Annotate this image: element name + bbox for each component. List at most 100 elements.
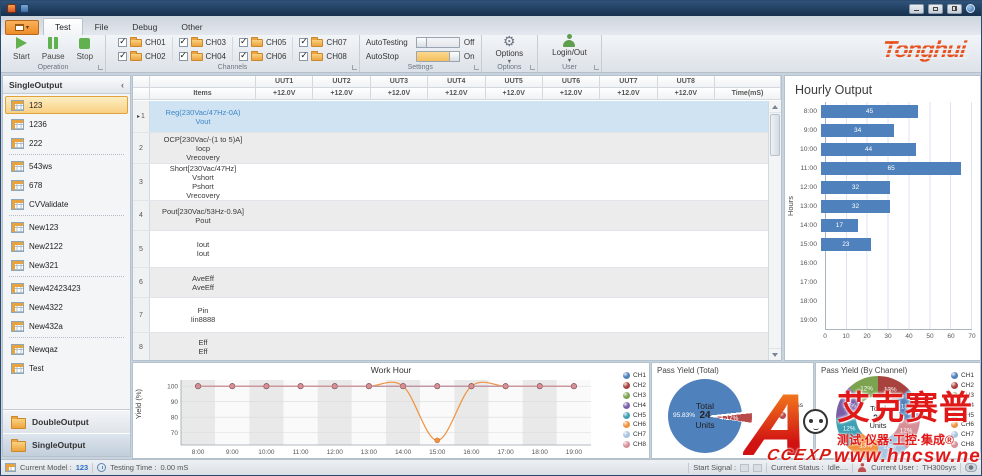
options-button[interactable]: Options ▼ bbox=[488, 34, 532, 65]
table-row-3[interactable]: 3Short[230Vac/47Hz]VshortPshortVrecovery bbox=[133, 164, 768, 201]
dialog-launcher-icon[interactable] bbox=[594, 65, 599, 70]
scroll-down-button[interactable] bbox=[769, 348, 781, 360]
sidebar-item-new2122[interactable]: New2122 bbox=[5, 237, 128, 255]
sidebar-item-123[interactable]: 123 bbox=[5, 96, 128, 114]
voltage-subheader: +12.0V bbox=[543, 88, 600, 100]
quick-access-icon[interactable] bbox=[20, 4, 29, 13]
checkbox-icon bbox=[179, 38, 188, 47]
svg-text:90: 90 bbox=[171, 399, 179, 406]
channel-checkbox-ch04[interactable]: CH04 bbox=[179, 51, 226, 61]
restore-button[interactable] bbox=[928, 4, 943, 14]
auto-stop-state: On bbox=[464, 52, 475, 61]
legend-item-ch7: CH7 bbox=[623, 430, 646, 440]
svg-text:14:00: 14:00 bbox=[395, 449, 412, 456]
hour-tick-label: 11:00 bbox=[791, 165, 821, 172]
group-label: Options bbox=[482, 62, 538, 72]
sidebar-item-test[interactable]: Test bbox=[5, 359, 128, 377]
auto-stop-toggle[interactable] bbox=[416, 51, 460, 62]
tab-file[interactable]: File bbox=[83, 18, 121, 35]
help-icon[interactable] bbox=[966, 4, 975, 13]
vertical-scrollbar[interactable] bbox=[768, 101, 781, 360]
legend-item-ch8: CH8 bbox=[623, 440, 646, 450]
table-row-1[interactable]: ▸1Reg(230Vac/47Hz-0A)Vout bbox=[133, 101, 768, 133]
sidebar-header[interactable]: SingleOutput ‹ bbox=[3, 76, 130, 94]
sidebar-section-singleoutput[interactable]: SingleOutput bbox=[3, 433, 130, 456]
sidebar-item-222[interactable]: 222 bbox=[5, 134, 128, 152]
dialog-launcher-icon[interactable] bbox=[98, 65, 103, 70]
pause-button[interactable]: Pause bbox=[36, 36, 71, 62]
segment-label-ch4: 13% bbox=[843, 402, 856, 409]
table-row-5[interactable]: 5IoutIout bbox=[133, 231, 768, 268]
svg-text:17:00: 17:00 bbox=[497, 449, 514, 456]
scrollbar-thumb[interactable] bbox=[770, 114, 780, 156]
x-axis-tick: 70 bbox=[968, 333, 975, 340]
x-axis: 010203040506070 bbox=[825, 332, 972, 342]
channel-checkboxes: CH01 CH02 CH03 CH04 CH05 CH06 CH07 CH08 bbox=[112, 37, 353, 61]
sidebar-item-1236[interactable]: 1236 bbox=[5, 115, 128, 133]
table-header: UUT1UUT2UUT3UUT4UUT5UUT6UUT7UUT8Items+12… bbox=[133, 76, 781, 100]
folder-icon bbox=[130, 39, 142, 47]
sidebar-item-new321[interactable]: New321 bbox=[5, 256, 128, 274]
bar-value-label: 65 bbox=[887, 165, 894, 172]
ch2-legend-icon bbox=[623, 382, 630, 389]
bar-10-00: 44 bbox=[821, 143, 916, 156]
channel-checkbox-ch02[interactable]: CH02 bbox=[118, 51, 165, 61]
stop-button[interactable]: Stop bbox=[71, 37, 99, 62]
login-out-button[interactable]: Login/Out ▼ bbox=[544, 34, 595, 64]
view-icon[interactable] bbox=[965, 463, 977, 472]
app-icon[interactable] bbox=[7, 4, 16, 13]
channel-checkbox-ch07[interactable]: CH07 bbox=[299, 37, 346, 47]
minimize-button[interactable] bbox=[909, 4, 924, 14]
legend-item-ch5: CH5 bbox=[623, 410, 646, 420]
ch5-legend-icon bbox=[623, 412, 630, 419]
sidebar-item-543ws[interactable]: 543ws bbox=[5, 157, 128, 175]
model-grid-icon bbox=[11, 180, 24, 191]
user-icon bbox=[857, 463, 867, 472]
current-user-label: Current User : bbox=[871, 463, 918, 472]
application-menu-button[interactable]: ▾ bbox=[5, 20, 39, 35]
model-grid-icon bbox=[11, 100, 24, 111]
sidebar-section-doubleoutput[interactable]: DoubleOutput bbox=[3, 410, 130, 433]
checkbox-icon bbox=[118, 38, 127, 47]
table-row-6[interactable]: 6AveEffAveEff bbox=[133, 268, 768, 298]
tab-debug[interactable]: Debug bbox=[120, 18, 169, 35]
sidebar-item-new42423423[interactable]: New42423423 bbox=[5, 279, 128, 297]
channel-checkbox-ch06[interactable]: CH06 bbox=[239, 51, 286, 61]
y-axis-label: Hours bbox=[786, 196, 795, 216]
sidebar-item-newqaz[interactable]: Newqaz bbox=[5, 340, 128, 358]
table-row-4[interactable]: 4Pout[230Vac/53Hz-0.9A]Pout bbox=[133, 201, 768, 231]
test-item-cell: PinIin8888 bbox=[150, 298, 256, 332]
channel-checkbox-ch05[interactable]: CH05 bbox=[239, 37, 286, 47]
checkbox-icon bbox=[299, 52, 308, 61]
person-icon bbox=[562, 34, 576, 47]
sidebar-item-cvvalidate[interactable]: CVValidate bbox=[5, 195, 128, 213]
channel-checkbox-ch03[interactable]: CH03 bbox=[179, 37, 226, 47]
x-axis-tick: 10 bbox=[842, 333, 849, 340]
table-row-7[interactable]: 7PinIin8888 bbox=[133, 298, 768, 333]
sidebar-item-678[interactable]: 678 bbox=[5, 176, 128, 194]
channel-checkbox-ch08[interactable]: CH08 bbox=[299, 51, 346, 61]
table-row-8[interactable]: 8EffEff bbox=[133, 333, 768, 360]
dialog-launcher-icon[interactable] bbox=[474, 65, 479, 70]
sidebar-item-new123[interactable]: New123 bbox=[5, 218, 128, 236]
ch4-legend-icon bbox=[623, 402, 630, 409]
tab-test[interactable]: Test bbox=[43, 18, 83, 35]
channel-checkbox-ch01[interactable]: CH01 bbox=[118, 37, 165, 47]
layout-button[interactable] bbox=[947, 4, 962, 14]
dialog-launcher-icon[interactable] bbox=[530, 65, 535, 70]
legend-item-ch3: CH3 bbox=[623, 391, 646, 401]
test-item-cell: EffEff bbox=[150, 333, 256, 360]
ribbon: StartPauseStop Operation CH01CH02CH03CH0… bbox=[1, 35, 981, 73]
start-button[interactable]: Start bbox=[7, 36, 36, 62]
auto-testing-toggle[interactable] bbox=[416, 37, 460, 48]
table-row-2[interactable]: 2OCP[230Vac/-(1 to 5)A]IocpVrecovery bbox=[133, 133, 768, 164]
sidebar-item-new4322[interactable]: New4322 bbox=[5, 298, 128, 316]
dialog-launcher-icon[interactable] bbox=[352, 65, 357, 70]
scroll-up-button[interactable] bbox=[769, 101, 781, 113]
operation-buttons: StartPauseStop bbox=[7, 36, 99, 62]
sidebar-group-divider bbox=[9, 154, 124, 155]
sidebar-item-new432a[interactable]: New432a bbox=[5, 317, 128, 335]
settings-group: AutoTesting Off AutoStop On Settings bbox=[360, 35, 482, 72]
tab-other[interactable]: Other bbox=[169, 18, 214, 35]
collapse-icon[interactable]: ‹ bbox=[121, 80, 124, 90]
